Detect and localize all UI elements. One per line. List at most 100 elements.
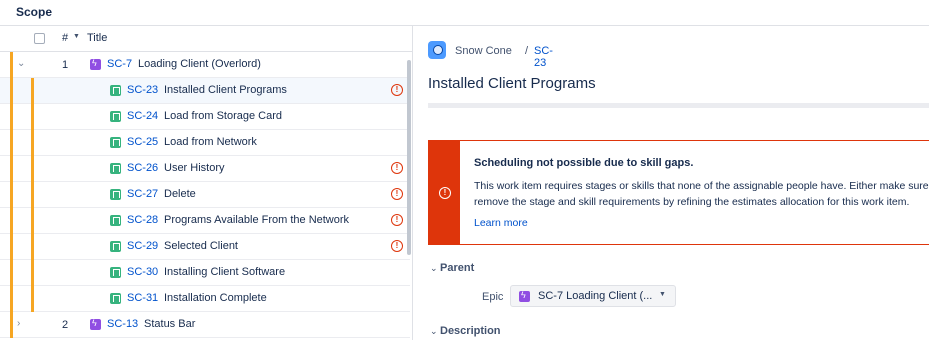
issue-key-link[interactable]: SC-23 bbox=[127, 84, 158, 96]
rank-bar bbox=[10, 78, 13, 104]
story-row[interactable]: SC-31 Installation Complete bbox=[0, 286, 410, 312]
story-icon bbox=[110, 189, 121, 200]
issue-summary[interactable]: Load from Storage Card bbox=[164, 110, 282, 122]
story-icon bbox=[110, 267, 121, 278]
skill-gap-alert: ! Scheduling not possible due to skill g… bbox=[428, 140, 929, 245]
alert-body-line-1: This work item requires stages or skills… bbox=[474, 180, 929, 192]
warning-icon[interactable]: ! bbox=[391, 240, 403, 252]
issue-key-link[interactable]: SC-7 bbox=[107, 58, 132, 70]
epic-row[interactable]: › 2 SC-13 Status Bar bbox=[0, 312, 410, 338]
story-row[interactable]: SC-25 Load from Network bbox=[0, 130, 410, 156]
story-row[interactable]: SC-24 Load from Storage Card bbox=[0, 104, 410, 130]
alert-heading: Scheduling not possible due to skill gap… bbox=[474, 157, 694, 169]
issue-summary[interactable]: Installed Client Programs bbox=[164, 84, 287, 96]
issue-key-link[interactable]: SC-23 bbox=[534, 45, 553, 69]
story-row[interactable]: SC-26 User History! bbox=[0, 156, 410, 182]
scope-tree-panel: # ▼ Title ⌄ 1 SC-7 Loading Client (Overlord… bbox=[0, 26, 413, 340]
chevron-down-icon: ⌄ bbox=[430, 263, 438, 273]
parent-section-toggle[interactable]: ⌄ Parent bbox=[430, 262, 474, 274]
issue-summary[interactable]: Installing Client Software bbox=[164, 266, 285, 278]
story-row[interactable]: SC-27 Delete! bbox=[0, 182, 410, 208]
alert-body-line-2: remove the stage and skill requirements … bbox=[474, 196, 910, 208]
child-rank-bar bbox=[31, 104, 34, 130]
row-number: 2 bbox=[62, 319, 69, 331]
select-all-checkbox[interactable] bbox=[34, 33, 45, 44]
warning-icon[interactable]: ! bbox=[391, 84, 403, 96]
issue-summary[interactable]: Installation Complete bbox=[164, 292, 267, 304]
child-rank-bar bbox=[31, 130, 34, 156]
number-column-header[interactable]: # bbox=[62, 32, 68, 44]
rank-bar bbox=[10, 130, 13, 156]
issue-key-link[interactable]: SC-25 bbox=[127, 136, 158, 148]
story-icon bbox=[110, 241, 121, 252]
epic-select-value: SC-7 Loading Client (... bbox=[538, 290, 653, 302]
issue-summary[interactable]: Status Bar bbox=[144, 318, 195, 330]
chevron-down-icon[interactable]: ⌄ bbox=[17, 58, 25, 69]
rank-bar bbox=[10, 156, 13, 182]
epic-icon bbox=[519, 290, 530, 302]
rank-bar bbox=[10, 208, 13, 234]
tree-scrollbar[interactable] bbox=[407, 60, 411, 255]
issue-key-link[interactable]: SC-27 bbox=[127, 188, 158, 200]
story-row[interactable]: SC-23 Installed Client Programs! bbox=[0, 78, 410, 104]
issue-summary[interactable]: Load from Network bbox=[164, 136, 257, 148]
issue-key-link[interactable]: SC-29 bbox=[127, 240, 158, 252]
issue-summary[interactable]: User History bbox=[164, 162, 225, 174]
row-number: 1 bbox=[62, 59, 69, 71]
description-section-label: Description bbox=[440, 325, 501, 337]
issue-key-link[interactable]: SC-31 bbox=[127, 292, 158, 304]
epic-row[interactable]: ⌄ 1 SC-7 Loading Client (Overlord) bbox=[0, 52, 410, 78]
issue-key-link[interactable]: SC-28 bbox=[127, 214, 158, 226]
child-rank-bar bbox=[31, 182, 34, 208]
issue-key-link[interactable]: SC-26 bbox=[127, 162, 158, 174]
issue-detail-panel: Snow Cone / SC-23 Installed Client Progr… bbox=[414, 26, 929, 340]
epic-select[interactable]: SC-7 Loading Client (... ▼ bbox=[510, 285, 676, 307]
issue-key-link[interactable]: SC-13 bbox=[107, 318, 138, 330]
rank-bar bbox=[10, 286, 13, 312]
child-rank-bar bbox=[31, 78, 34, 104]
epic-field-label: Epic bbox=[482, 291, 504, 303]
warning-icon[interactable]: ! bbox=[391, 162, 403, 174]
issue-summary[interactable]: Delete bbox=[164, 188, 196, 200]
chevron-down-icon: ⌄ bbox=[430, 326, 438, 336]
issue-key-link[interactable]: SC-30 bbox=[127, 266, 158, 278]
rank-bar bbox=[10, 104, 13, 130]
child-rank-bar bbox=[31, 260, 34, 286]
story-row[interactable]: SC-29 Selected Client! bbox=[0, 234, 410, 260]
breadcrumb-separator: / bbox=[525, 45, 529, 57]
warning-icon[interactable]: ! bbox=[391, 188, 403, 200]
scope-header: Scope bbox=[0, 0, 929, 26]
dropdown-caret-icon: ▼ bbox=[659, 291, 666, 298]
rank-bar bbox=[10, 52, 13, 78]
story-row[interactable]: SC-28 Programs Available From the Network… bbox=[0, 208, 410, 234]
story-row[interactable]: SC-30 Installing Client Software bbox=[0, 260, 410, 286]
story-icon bbox=[110, 215, 121, 226]
child-rank-bar bbox=[31, 208, 34, 234]
title-divider bbox=[428, 103, 929, 108]
issue-key-link[interactable]: SC-24 bbox=[127, 110, 158, 122]
project-name[interactable]: Snow Cone bbox=[455, 45, 512, 57]
tree-column-header: # ▼ Title bbox=[0, 26, 412, 52]
warning-icon[interactable]: ! bbox=[391, 214, 403, 226]
story-icon bbox=[110, 111, 121, 122]
project-avatar bbox=[428, 41, 446, 59]
issue-summary[interactable]: Loading Client (Overlord) bbox=[138, 58, 261, 70]
story-icon bbox=[110, 163, 121, 174]
alert-stripe: ! bbox=[429, 141, 460, 244]
child-rank-bar bbox=[31, 234, 34, 260]
child-rank-bar bbox=[31, 156, 34, 182]
title-column-header[interactable]: Title bbox=[87, 32, 107, 44]
rank-bar bbox=[10, 260, 13, 286]
issue-title[interactable]: Installed Client Programs bbox=[428, 75, 596, 92]
epic-icon bbox=[90, 318, 101, 330]
story-icon bbox=[110, 293, 121, 304]
rank-bar bbox=[10, 182, 13, 208]
chevron-right-icon[interactable]: › bbox=[17, 318, 20, 329]
caret-down-icon[interactable]: ▼ bbox=[73, 33, 80, 40]
description-section-toggle[interactable]: ⌄ Description bbox=[430, 325, 501, 337]
error-icon: ! bbox=[439, 187, 451, 199]
learn-more-link[interactable]: Learn more bbox=[474, 217, 528, 229]
issue-summary[interactable]: Selected Client bbox=[164, 240, 238, 252]
rank-bar bbox=[10, 234, 13, 260]
issue-summary[interactable]: Programs Available From the Network bbox=[164, 214, 349, 226]
